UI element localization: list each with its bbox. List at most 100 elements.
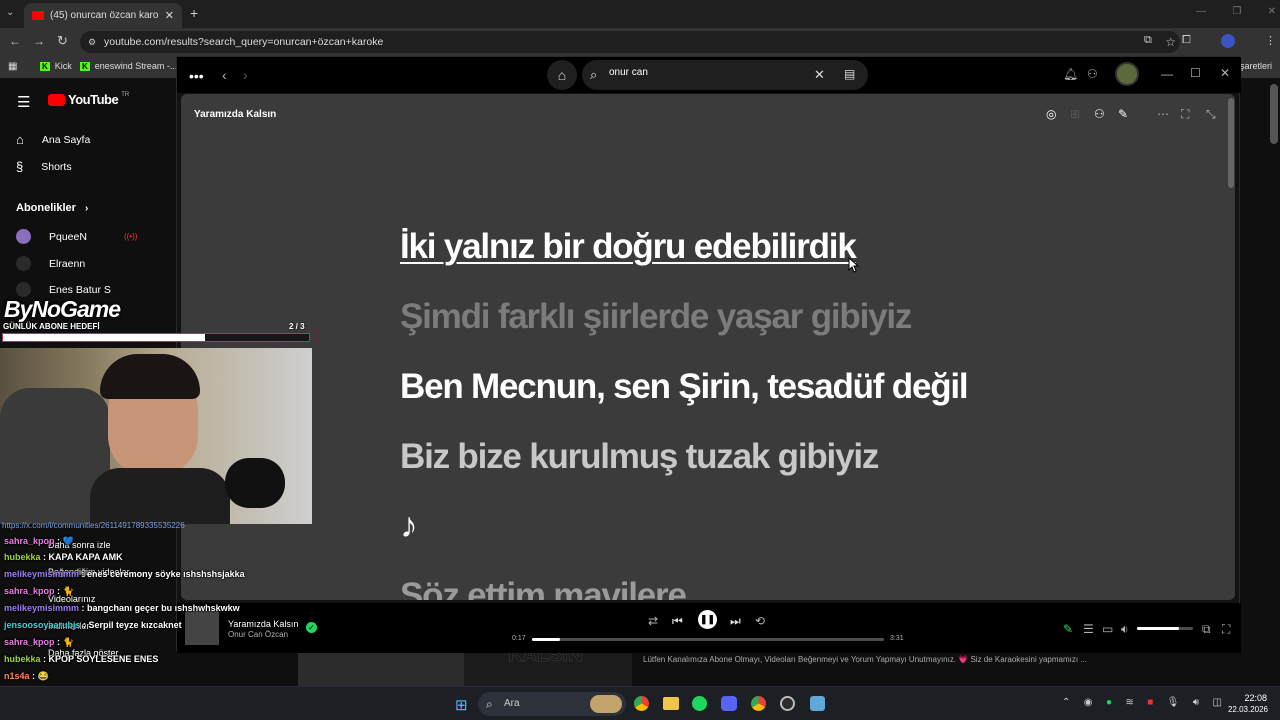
volume-icon[interactable]: 🔉︎: [1121, 622, 1129, 637]
fullscreen-player-icon[interactable]: ⛶: [1222, 622, 1230, 637]
sidebar-item-shorts[interactable]: § Shorts: [16, 159, 72, 174]
repeat-icon[interactable]: ⟲: [755, 614, 765, 628]
minimize-icon[interactable]: —: [1196, 6, 1206, 17]
avatar: [16, 229, 31, 244]
connect-device-icon[interactable]: ▭: [1102, 622, 1113, 636]
mouse-cursor-icon: [848, 257, 860, 273]
sidebar-item-pqueen[interactable]: PqueeN ((•)): [16, 229, 137, 244]
maximize-icon[interactable]: ☐: [1190, 66, 1201, 80]
close-icon[interactable]: ✕: [1220, 66, 1230, 80]
video-thumbnail[interactable]: KALSIN: [298, 644, 632, 686]
chat-username: sahra_kpop: [4, 586, 55, 596]
sidebar-item-home[interactable]: ⌂ Ana Sayfa: [16, 132, 90, 147]
tray-chevron-icon[interactable]: ⌃: [1062, 697, 1070, 708]
share-user-icon[interactable]: ⚇: [1094, 107, 1105, 121]
windows-start-icon[interactable]: ⊞: [455, 696, 468, 714]
forward-nav-icon[interactable]: ›: [243, 67, 248, 83]
edit-pen-icon[interactable]: ✎: [1118, 107, 1128, 121]
eneswind-bookmark-label: eneswind Stream -...: [94, 61, 178, 71]
subscriptions-header[interactable]: Abonelikler ›: [16, 202, 88, 214]
tab-list-chevron-icon[interactable]: ⌄: [6, 7, 20, 21]
file-explorer-icon[interactable]: [663, 697, 679, 710]
forward-icon[interactable]: →: [33, 34, 45, 48]
all-bookmarks-label[interactable]: şaretleri: [1240, 61, 1272, 71]
avatar: [16, 282, 31, 297]
mini-player-icon[interactable]: ⧉: [1202, 622, 1211, 637]
back-nav-icon[interactable]: ‹: [222, 67, 227, 83]
home-button[interactable]: ⌂: [547, 60, 577, 90]
extensions-icon[interactable]: ⧠: [1182, 34, 1191, 48]
clock-date[interactable]: 22.03.2026: [1222, 705, 1268, 714]
spotify-search[interactable]: ⌕ ✕ ▤: [582, 60, 868, 90]
target-icon[interactable]: ◎: [1046, 107, 1056, 121]
collapse-icon[interactable]: ⤡: [1206, 107, 1216, 122]
app-tray-icon[interactable]: ≋: [1125, 697, 1133, 708]
new-tab-button[interactable]: +: [190, 5, 198, 21]
chrome-profile-icon[interactable]: [751, 696, 766, 711]
track-artist[interactable]: Onur Can Özcan: [228, 630, 288, 639]
profile-avatar[interactable]: [1220, 34, 1235, 48]
saved-check-icon[interactable]: ✓: [306, 622, 317, 633]
spotify-tray-icon[interactable]: ●: [1106, 697, 1112, 708]
address-bar[interactable]: ⚙ youtube.com/results?search_query=onurc…: [80, 31, 1180, 53]
lyrics-scrollbar[interactable]: [1228, 98, 1234, 188]
search-input[interactable]: [609, 67, 809, 78]
tab-close-icon[interactable]: ✕: [165, 9, 174, 22]
network-tray-icon[interactable]: ◫: [1212, 697, 1221, 708]
fullscreen-icon[interactable]: ⛶: [1181, 107, 1189, 122]
lyric-line[interactable]: Şimdi farklı şiirlerde yaşar gibiyiz: [400, 297, 912, 337]
kick-bookmark[interactable]: K Kick: [40, 61, 72, 71]
recording-tray-icon[interactable]: ■: [1147, 697, 1153, 708]
eneswind-bookmark[interactable]: K eneswind Stream -...: [80, 61, 177, 71]
spotify-icon[interactable]: [692, 696, 707, 711]
lyrics-icon[interactable]: ✎: [1063, 622, 1073, 636]
cast-icon[interactable]: ⧉: [1144, 34, 1152, 48]
more-options-icon[interactable]: •••: [189, 68, 204, 84]
taskbar-search[interactable]: ⌕ Ara: [478, 692, 626, 716]
lyric-line[interactable]: İki yalnız bir doğru edebilirdik: [400, 227, 857, 267]
chat-username: sahra_kpop: [4, 637, 55, 647]
shuffle-icon[interactable]: ⇄: [648, 614, 658, 628]
pause-button[interactable]: ❚❚: [698, 610, 717, 629]
browse-icon[interactable]: ▤: [844, 67, 855, 81]
search-icon: ⌕: [590, 67, 598, 82]
lyric-line[interactable]: Ben Mecnun, sen Şirin, tesadüf değil: [400, 367, 969, 407]
next-icon[interactable]: ⏭: [730, 614, 741, 629]
user-avatar[interactable]: [1115, 62, 1139, 86]
lyric-line[interactable]: Biz bize kurulmuş tuzak gibiyiz: [400, 437, 879, 477]
mic-tray-icon[interactable]: 🎙︎: [1167, 697, 1180, 708]
more-icon[interactable]: ⋯: [1157, 107, 1169, 121]
minimize-icon[interactable]: —: [1161, 67, 1173, 81]
friend-activity-icon[interactable]: ⚇: [1087, 67, 1098, 81]
youtube-logo[interactable]: YouTube TR: [48, 92, 129, 107]
clock-time[interactable]: 22:08: [1237, 693, 1267, 703]
browser-tab[interactable]: (45) onurcan özcan karoke - Yo ✕: [24, 3, 182, 28]
reload-icon[interactable]: ↻: [57, 33, 68, 49]
chrome-icon[interactable]: [634, 696, 649, 711]
speaker-tray-icon[interactable]: 🔊︎: [1193, 697, 1199, 708]
menu-kebab-icon[interactable]: ⋮: [1265, 34, 1276, 48]
sidebar-item-elraenn[interactable]: Elraenn: [16, 256, 85, 271]
progress-track[interactable]: [532, 638, 884, 641]
discord-tray-icon[interactable]: ◉: [1084, 697, 1093, 708]
track-title[interactable]: Yaramızda Kalsın: [228, 619, 298, 629]
obs-icon[interactable]: [780, 696, 795, 711]
apps-grid-icon[interactable]: ▦: [8, 61, 17, 72]
previous-icon[interactable]: ⏮: [672, 614, 683, 629]
discord-icon[interactable]: [721, 696, 737, 711]
back-icon[interactable]: ←: [9, 34, 21, 48]
app-icon[interactable]: [810, 696, 825, 711]
queue-icon[interactable]: ☰: [1083, 622, 1094, 636]
album-art[interactable]: [185, 611, 219, 645]
hamburger-menu-icon[interactable]: ☰: [17, 93, 30, 111]
page-scrollbar[interactable]: [1270, 84, 1278, 144]
notifications-icon[interactable]: 🔔︎: [1063, 67, 1078, 81]
lyric-line[interactable]: Söz ettim mavilere: [400, 576, 687, 600]
close-window-icon[interactable]: ✕: [1268, 6, 1276, 17]
site-info-icon[interactable]: ⚙: [88, 37, 96, 48]
clear-search-icon[interactable]: ✕: [814, 67, 825, 83]
lyrics-toolbar: ◎ ⊞ ⚇ ✎ ⋯ ⛶ ⤡: [1046, 107, 1226, 123]
volume-slider[interactable]: [1137, 627, 1193, 630]
sidebar-item-enes-batur[interactable]: Enes Batur S: [16, 282, 111, 297]
restore-icon[interactable]: ❐: [1232, 6, 1241, 17]
